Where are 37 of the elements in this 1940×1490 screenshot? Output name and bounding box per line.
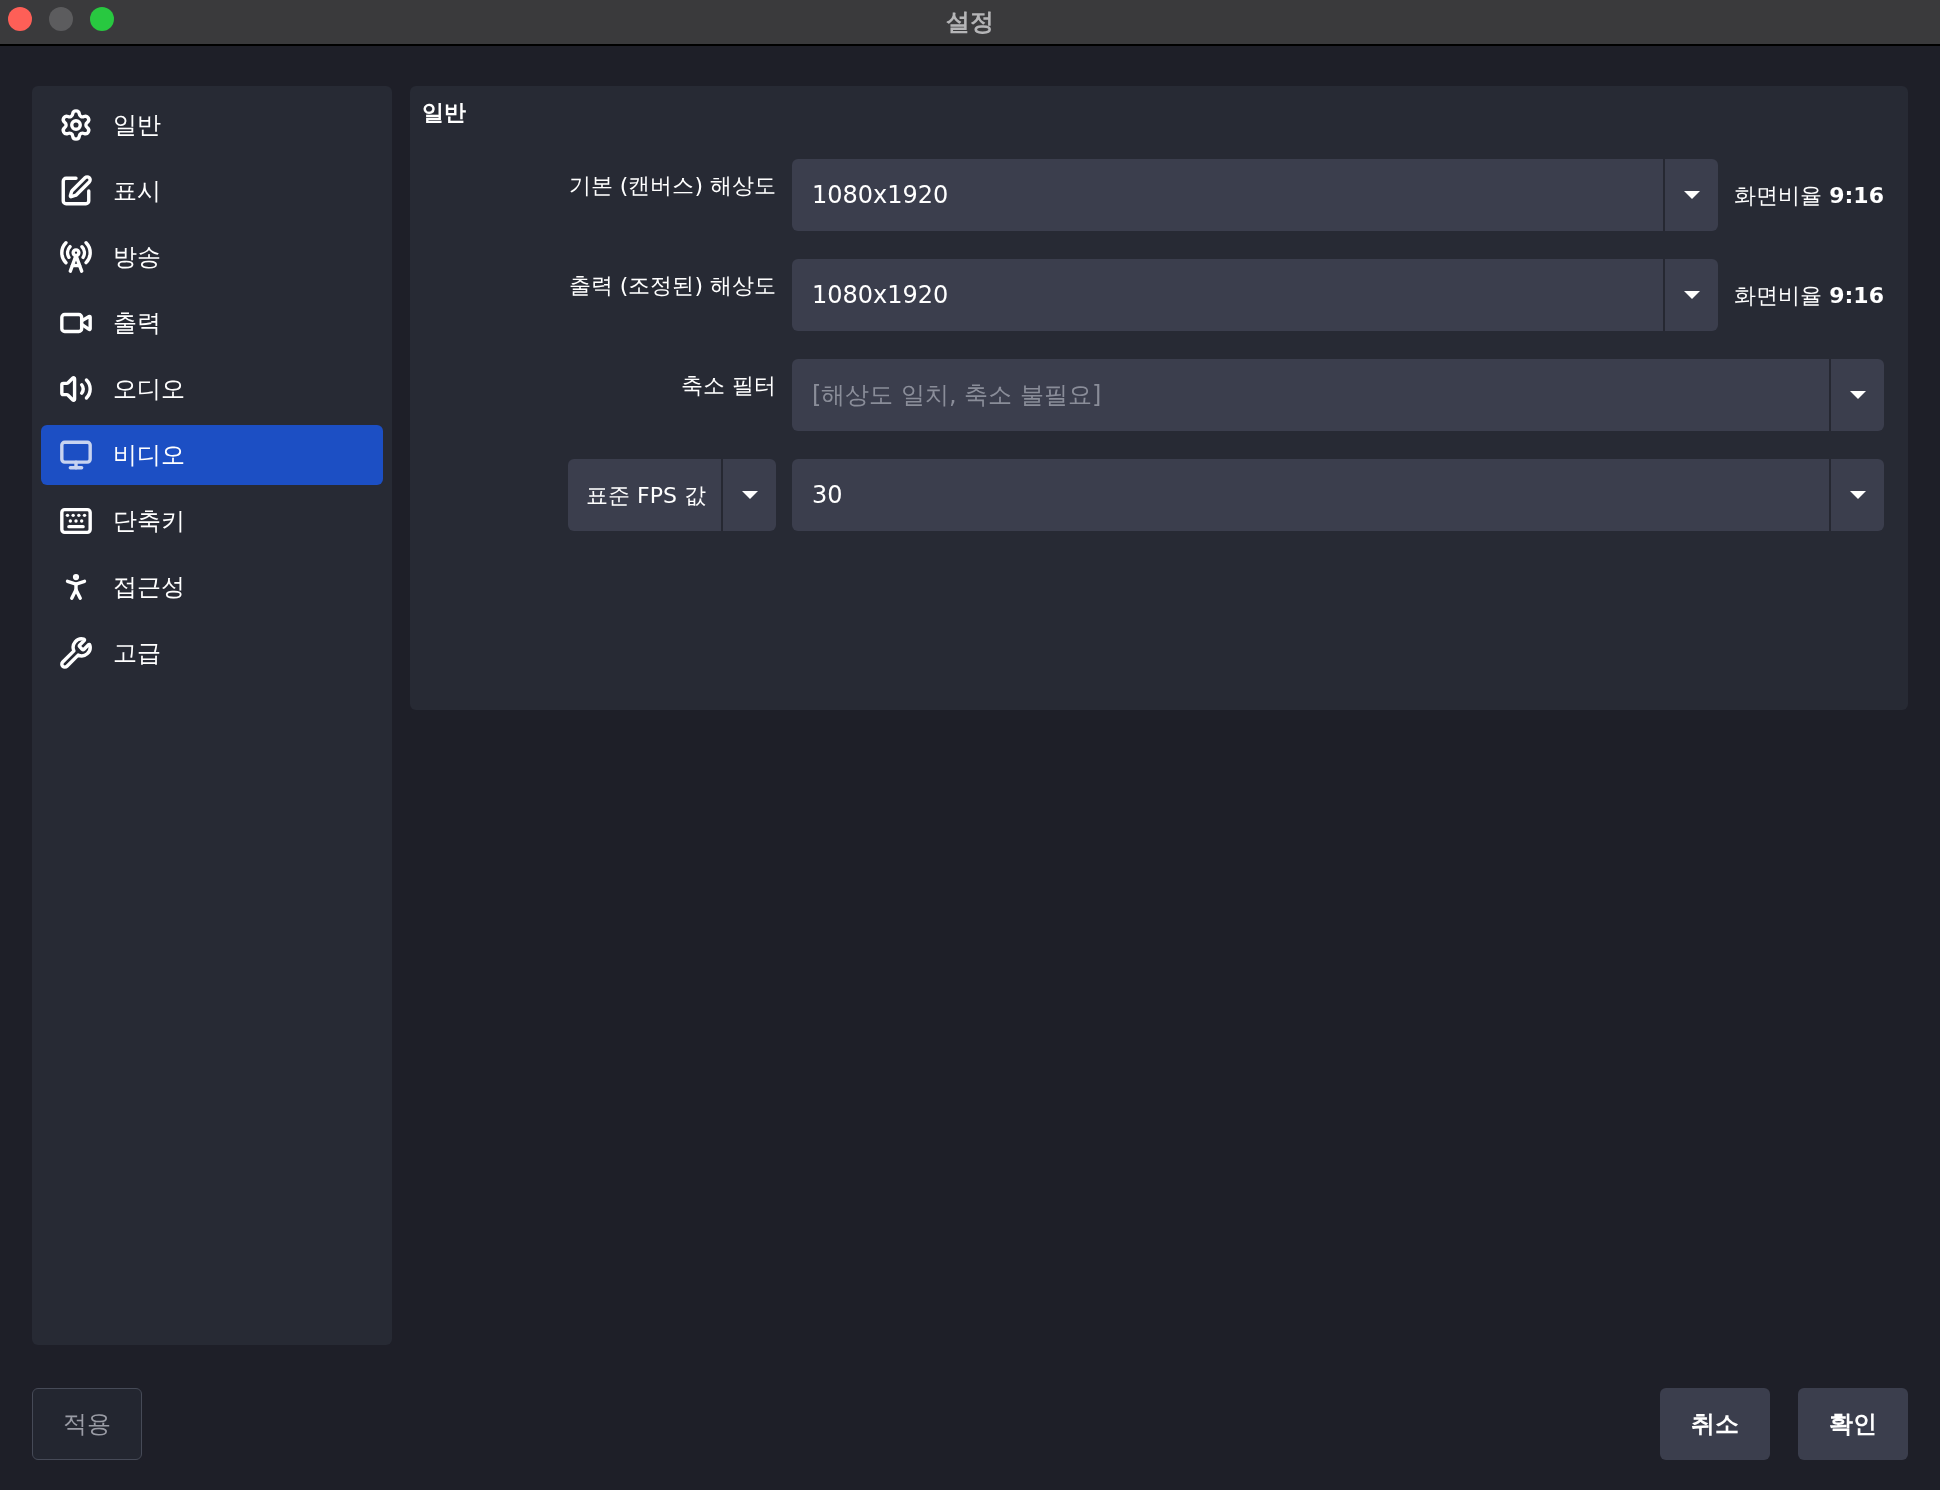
section-title: 일반: [422, 99, 467, 127]
sidebar-item[interactable]: 접근성: [41, 557, 383, 617]
field-label: 출력 (조정된) 해상도: [567, 272, 776, 300]
field-label: 축소 필터: [680, 372, 776, 400]
caret-icon: [1682, 190, 1701, 200]
gear-icon: [59, 108, 93, 142]
antenna-icon: [59, 240, 93, 274]
sidebar-item[interactable]: 출력: [41, 293, 383, 353]
sidebar-item[interactable]: 고급: [41, 623, 383, 683]
fps-type-dropdown[interactable]: 표준 FPS 값: [568, 459, 776, 531]
window-title: 설정: [946, 7, 994, 38]
caret-icon: [1848, 490, 1867, 500]
caret-icon: [1848, 390, 1867, 400]
field-label: 기본 (캔버스) 해상도: [567, 172, 776, 200]
wrench-icon: [59, 636, 93, 670]
dropdown[interactable]: 1080x1920: [792, 259, 1719, 331]
close-button[interactable]: [8, 7, 32, 31]
aspect-ratio: 화면비율 9:16: [1734, 281, 1884, 310]
placeholder-text: [해상도 일치, 축소 불필요]: [811, 380, 1103, 411]
dropdown-value: 1080x1920: [811, 280, 950, 311]
dialog-button[interactable]: 취소: [1660, 1388, 1770, 1460]
caret-icon: [1682, 290, 1701, 300]
sidebar-item[interactable]: 방송: [41, 227, 383, 287]
sidebar-item[interactable]: 표시: [41, 161, 383, 221]
sidebar-item[interactable]: 오디오: [41, 359, 383, 419]
dropdown-value: 30: [811, 480, 844, 511]
dropdown-value: 1080x1920: [811, 180, 950, 211]
dropdown[interactable]: 30: [792, 459, 1884, 531]
zoom-button[interactable]: [90, 7, 114, 31]
caret-icon: [740, 490, 759, 500]
aspect-ratio: 화면비율 9:16: [1734, 181, 1884, 210]
sidebar-item[interactable]: 일반: [41, 95, 383, 155]
sidebar-item[interactable]: 단축키: [41, 491, 383, 551]
dialog-button[interactable]: 확인: [1798, 1388, 1908, 1460]
dropdown[interactable]: 1080x1920: [792, 159, 1719, 231]
monitor-icon: [59, 438, 93, 472]
sidebar-item[interactable]: 비디오: [41, 425, 383, 485]
